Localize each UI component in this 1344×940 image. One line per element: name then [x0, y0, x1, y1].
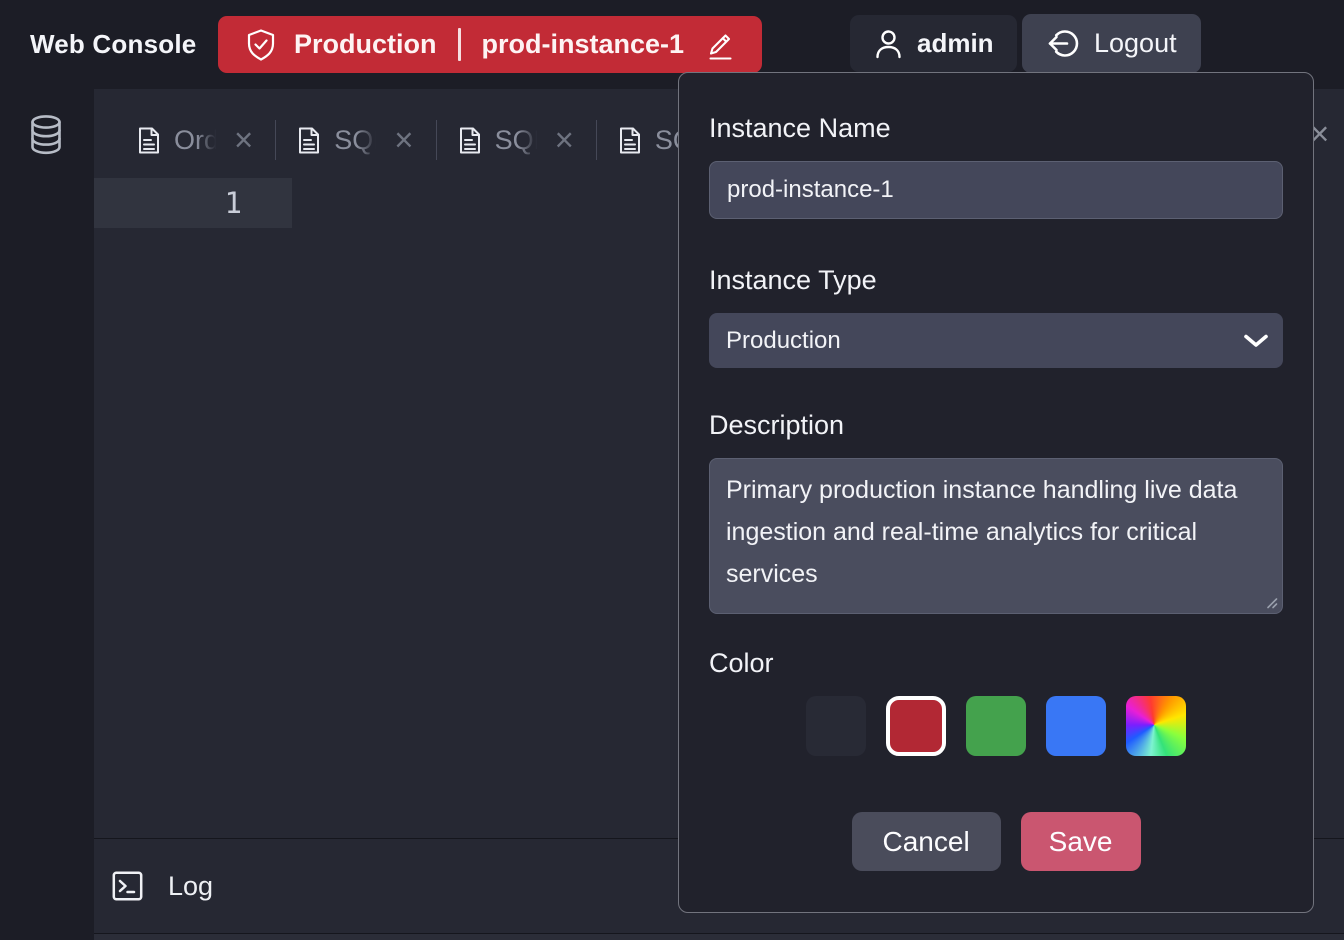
- tab-separator: [596, 120, 597, 160]
- badge-separator: [458, 28, 461, 61]
- instance-type-badge-label: Production: [294, 29, 437, 60]
- log-label: Log: [168, 871, 213, 902]
- tab-label: SQL: [334, 125, 380, 156]
- user-icon: [873, 28, 904, 60]
- instance-type-label: Instance Type: [709, 263, 1283, 297]
- description-textarea[interactable]: Primary production instance handling liv…: [709, 458, 1283, 614]
- instance-badge[interactable]: Production prod-instance-1: [218, 16, 762, 73]
- left-sidebar: [0, 89, 94, 940]
- save-button[interactable]: Save: [1021, 812, 1141, 871]
- tab-orders[interactable]: Ord ×: [138, 125, 253, 156]
- tab-close-icon[interactable]: ×: [555, 130, 574, 150]
- tab-sql-2[interactable]: SQL ×: [459, 125, 574, 156]
- instance-name-input[interactable]: [709, 161, 1283, 219]
- username-label: admin: [917, 28, 994, 59]
- color-swatch-default[interactable]: [806, 696, 866, 756]
- tab-close-icon[interactable]: ×: [394, 130, 413, 150]
- instance-name-label: Instance Name: [709, 111, 1283, 145]
- tab-separator: [436, 120, 437, 160]
- color-swatch-red[interactable]: [886, 696, 946, 756]
- color-swatch-blue[interactable]: [1046, 696, 1106, 756]
- instance-name-badge-label: prod-instance-1: [482, 29, 685, 60]
- tab-close-icon[interactable]: ×: [234, 130, 253, 150]
- description-label: Description: [709, 408, 1283, 442]
- terminal-icon: [112, 871, 143, 901]
- tab-separator: [275, 120, 276, 160]
- active-line-gutter: 1: [94, 178, 292, 228]
- cancel-button[interactable]: Cancel: [852, 812, 1001, 871]
- logout-button[interactable]: Logout: [1022, 14, 1201, 73]
- logout-icon: [1046, 27, 1080, 60]
- file-icon: [619, 127, 641, 154]
- color-swatch-rainbow[interactable]: [1126, 696, 1186, 756]
- description-field-wrap: Primary production instance handling liv…: [709, 458, 1283, 614]
- logout-label: Logout: [1094, 28, 1177, 59]
- color-swatch-green[interactable]: [966, 696, 1026, 756]
- dialog-actions: Cancel Save: [709, 812, 1283, 871]
- tab-label: SQL: [495, 125, 541, 156]
- app-title: Web Console: [30, 0, 196, 89]
- shield-check-icon: [245, 28, 277, 62]
- file-icon: [138, 127, 160, 154]
- tab-label: Ord: [174, 125, 220, 156]
- database-icon[interactable]: [28, 114, 64, 156]
- file-icon: [298, 127, 320, 154]
- bottom-strip: [94, 934, 1344, 940]
- instance-settings-dialog: Instance Name Instance Type Production D…: [678, 72, 1314, 913]
- instance-type-select[interactable]: Production: [709, 313, 1283, 368]
- color-swatch-row: [709, 696, 1283, 756]
- chevron-down-icon: [1243, 333, 1269, 348]
- instance-type-value: Production: [726, 327, 841, 355]
- user-chip[interactable]: admin: [850, 15, 1017, 72]
- web-console-window: Web Console Production prod-instance-1: [0, 0, 1344, 940]
- file-icon: [459, 127, 481, 154]
- line-number: 1: [94, 178, 242, 228]
- color-label: Color: [709, 646, 1283, 680]
- edit-pencil-icon[interactable]: [704, 29, 735, 61]
- tab-sql-1[interactable]: SQL ×: [298, 125, 413, 156]
